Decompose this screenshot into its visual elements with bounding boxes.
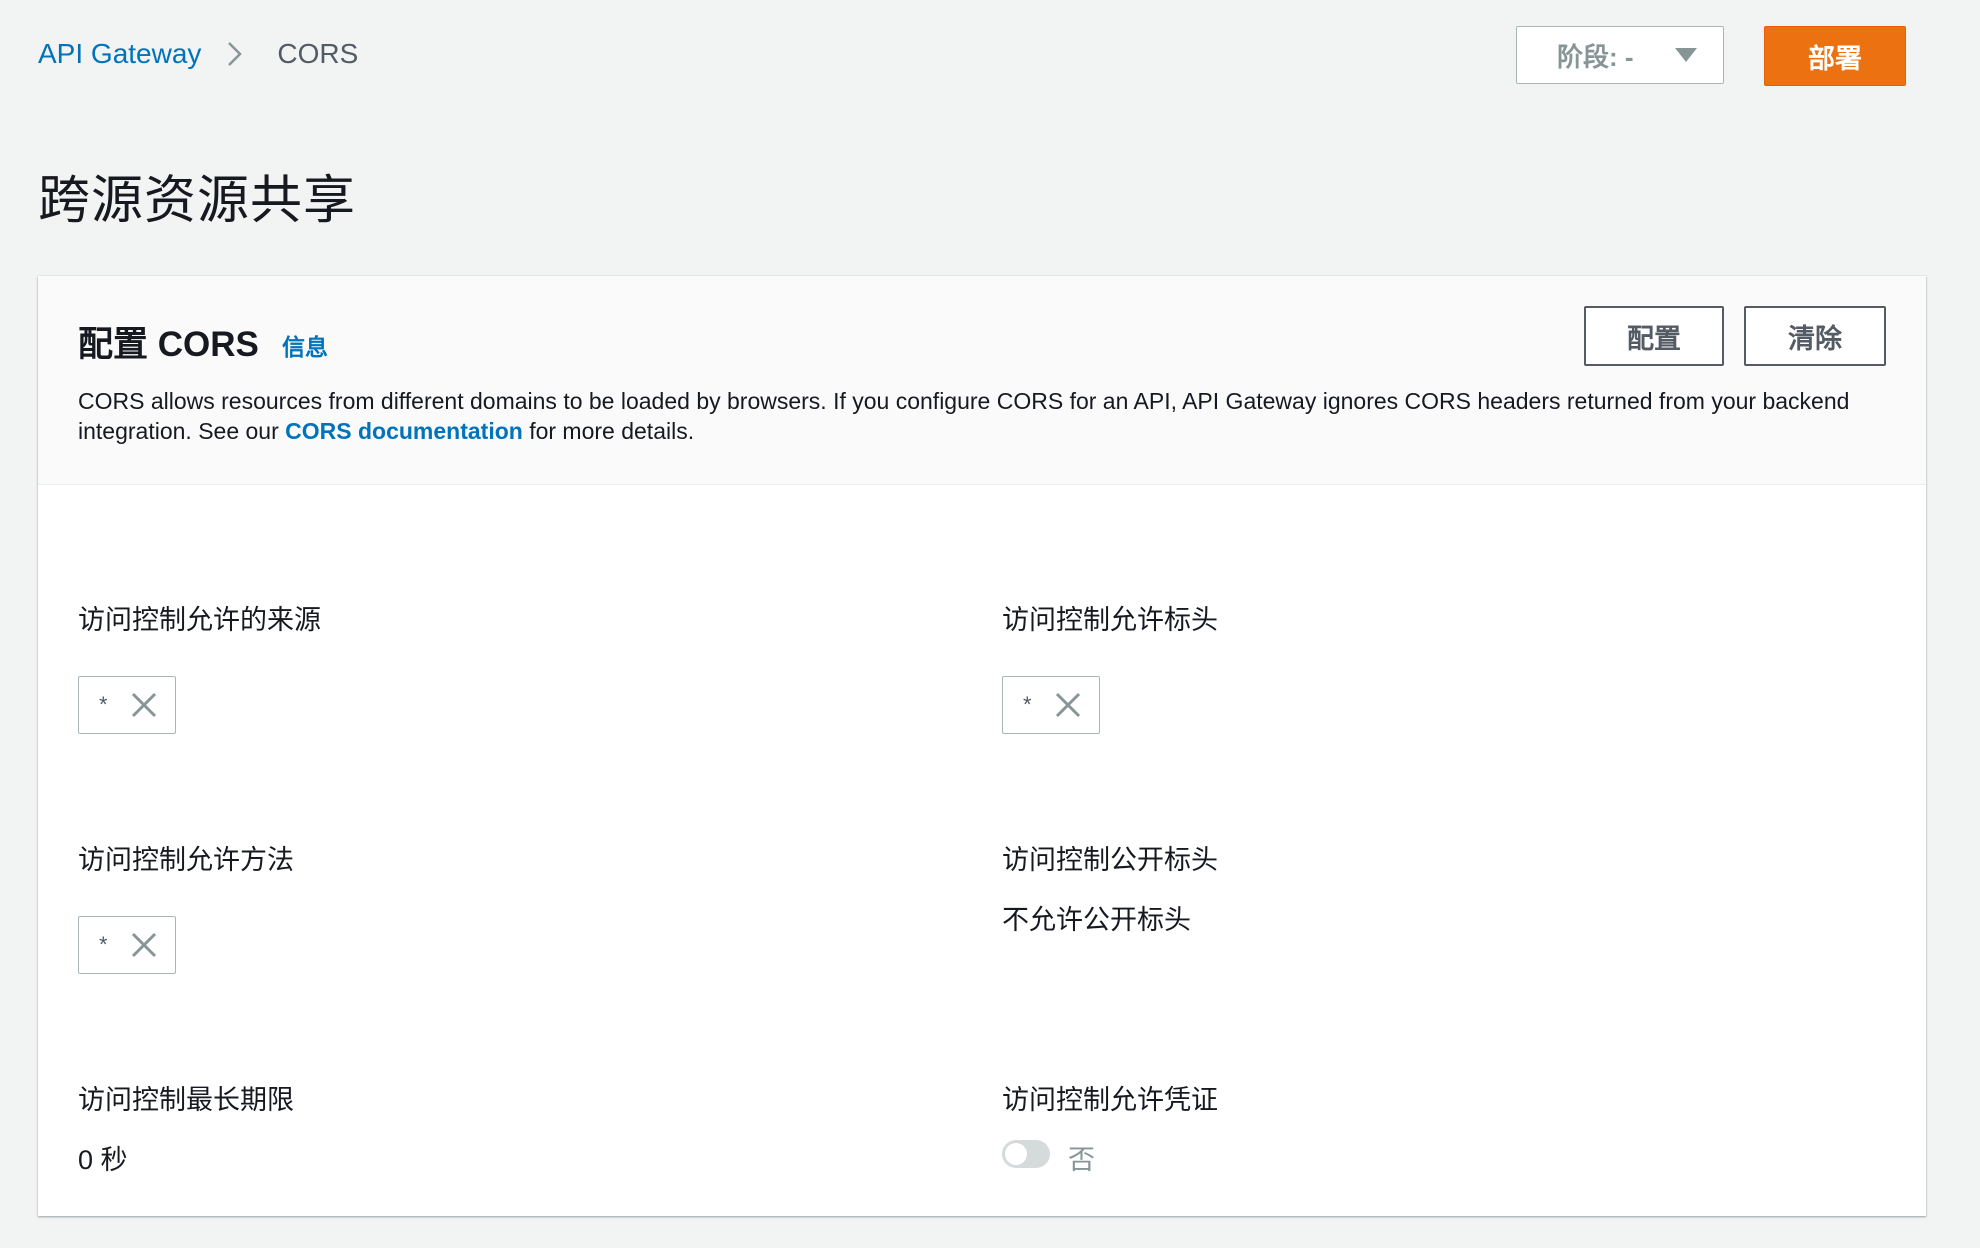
token-value: *	[99, 932, 108, 957]
deploy-button[interactable]: 部署	[1764, 26, 1906, 86]
description-text-after: for more details.	[522, 418, 695, 444]
panel-header: 配置 CORS 信息 配置 清除 CORS allows resources f…	[38, 276, 1926, 485]
expose-headers-label: 访问控制公开标头	[1002, 845, 1218, 875]
expose-headers-value: 不允许公开标头	[1002, 905, 1191, 935]
breadcrumb-api-gateway-link[interactable]: API Gateway	[38, 38, 201, 70]
allow-origins-label: 访问控制允许的来源	[78, 605, 321, 635]
close-icon[interactable]	[1053, 690, 1083, 720]
close-icon[interactable]	[129, 690, 159, 720]
allow-methods-label: 访问控制允许方法	[78, 845, 294, 875]
configure-button[interactable]: 配置	[1584, 306, 1724, 366]
chevron-right-icon	[228, 42, 243, 66]
breadcrumb: API Gateway CORS	[38, 38, 358, 70]
cors-config-panel: 配置 CORS 信息 配置 清除 CORS allows resources f…	[38, 276, 1926, 1216]
allow-headers-label: 访问控制允许标头	[1002, 605, 1218, 635]
close-icon[interactable]	[129, 930, 159, 960]
token-value: *	[1023, 692, 1032, 717]
panel-title: 配置 CORS	[78, 325, 259, 364]
top-bar: API Gateway CORS 阶段: - 部署	[0, 0, 1980, 110]
allow-credentials-label: 访问控制允许凭证	[1002, 1085, 1218, 1115]
breadcrumb-current: CORS	[277, 38, 359, 69]
allow-origins-token: *	[78, 676, 176, 734]
stage-select[interactable]: 阶段: -	[1516, 26, 1724, 84]
max-age-label: 访问控制最长期限	[78, 1085, 294, 1115]
info-link[interactable]: 信息	[282, 328, 328, 362]
cors-documentation-link[interactable]: CORS documentation	[285, 418, 523, 444]
panel-description: CORS allows resources from different dom…	[78, 386, 1898, 446]
allow-headers-token: *	[1002, 676, 1100, 734]
allow-credentials-toggle[interactable]	[1002, 1140, 1050, 1168]
clear-button[interactable]: 清除	[1744, 306, 1886, 366]
allow-methods-token: *	[78, 916, 176, 974]
caret-down-icon	[1675, 48, 1697, 62]
max-age-value: 0 秒	[78, 1145, 128, 1175]
token-value: *	[99, 692, 108, 717]
stage-select-label: 阶段: -	[1557, 41, 1634, 72]
toggle-knob	[1005, 1143, 1027, 1165]
page-title: 跨源资源共享	[38, 172, 357, 230]
allow-credentials-state: 否	[1068, 1145, 1095, 1175]
